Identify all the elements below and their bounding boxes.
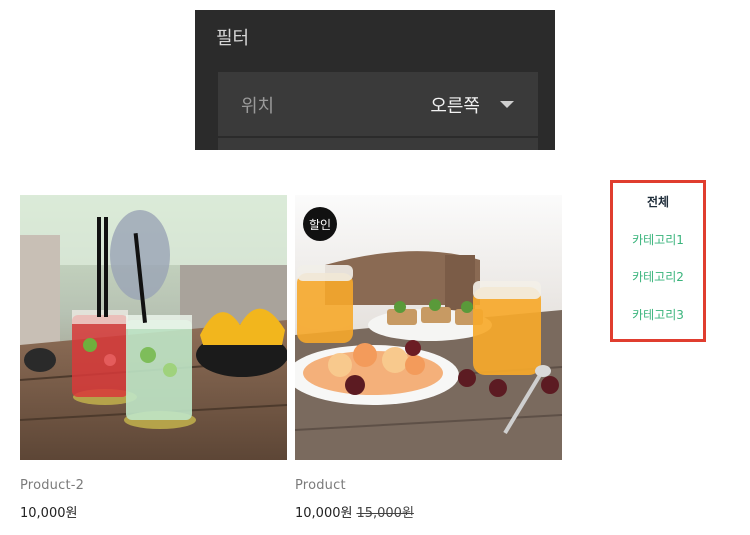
product-card-1[interactable]: 할인 Product 10,000원 15,000원 (295, 195, 562, 521)
product-card-2[interactable]: Product-2 10,000원 (20, 195, 287, 521)
product-name[interactable]: Product-2 (20, 478, 287, 493)
category-item-all[interactable]: 전체 (613, 193, 703, 210)
category-item-3[interactable]: 카테고리3 (613, 306, 703, 323)
position-value[interactable]: 오른쪽 (430, 92, 480, 118)
breakfast-image (295, 195, 562, 460)
position-label: 위치 (241, 96, 275, 117)
chevron-down-icon[interactable] (500, 101, 514, 108)
product-price: 10,000원 (295, 506, 353, 521)
filter-panel: 필터 위치 오른쪽 (195, 10, 555, 150)
filter-row-next (218, 138, 538, 150)
category-list: 전체 카테고리1 카테고리2 카테고리3 (610, 180, 706, 342)
category-item-1[interactable]: 카테고리1 (613, 231, 703, 248)
product-price-line: 10,000원 (20, 502, 287, 521)
sale-badge: 할인 (303, 207, 337, 241)
position-select[interactable]: 위치 오른쪽 (218, 72, 538, 136)
filter-title: 필터 (216, 28, 250, 49)
cocktails-image (20, 195, 287, 460)
product-name[interactable]: Product (295, 478, 562, 493)
product-original-price: 15,000원 (356, 506, 414, 521)
product-price: 10,000원 (20, 506, 78, 521)
category-item-2[interactable]: 카테고리2 (613, 268, 703, 285)
product-image[interactable]: 할인 (295, 195, 562, 460)
product-image[interactable] (20, 195, 287, 460)
product-price-line: 10,000원 15,000원 (295, 502, 562, 521)
